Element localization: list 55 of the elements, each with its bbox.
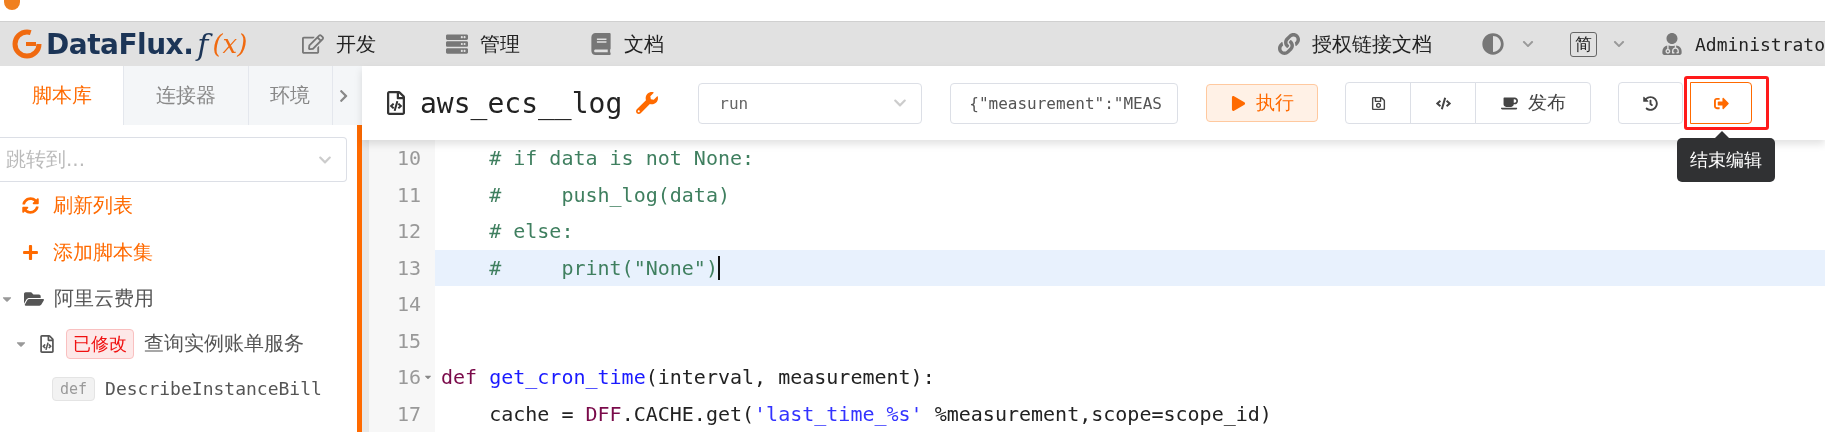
exit-icon xyxy=(1713,95,1729,111)
arguments-field[interactable]: {"measurement":"MEAS xyxy=(950,82,1179,124)
refresh-icon xyxy=(22,197,39,214)
script-title: aws_ecs__log xyxy=(420,86,623,120)
exit-edit-button[interactable] xyxy=(1690,82,1753,124)
chevron-down-icon[interactable] xyxy=(1612,38,1625,50)
auth-link[interactable]: 授权链接文档 xyxy=(1311,30,1432,58)
user-icon xyxy=(1660,33,1683,55)
history-button[interactable] xyxy=(1618,82,1684,124)
tree-item-label[interactable]: 阿里云费用 xyxy=(54,285,154,312)
play-icon xyxy=(1230,95,1246,111)
link-icon xyxy=(1277,33,1300,55)
line-number: 17 xyxy=(396,401,421,426)
chevron-down-icon[interactable] xyxy=(1521,38,1534,50)
logo-icon xyxy=(12,29,42,59)
line-number: 16 xyxy=(396,365,421,390)
server-icon xyxy=(446,33,468,55)
line-number: 15 xyxy=(396,328,421,353)
code-file-icon xyxy=(384,91,408,115)
line-number: 11 xyxy=(396,182,421,207)
line-number: 13 xyxy=(396,255,421,280)
tree-item-label[interactable]: 查询实例账单服务 xyxy=(144,330,304,357)
line-number: 10 xyxy=(396,146,421,171)
function-select[interactable]: run xyxy=(698,82,923,124)
logo-argument: (x) xyxy=(212,29,248,59)
code-line: # print("None") xyxy=(488,255,720,280)
nav-menu-item[interactable]: 文档 xyxy=(590,30,664,58)
code-line: # if data is not None: xyxy=(488,146,755,171)
code-line: cache = DFF.CACHE.get('last_time_%s' %measurement,scope=scope_id) xyxy=(488,401,1272,426)
save-button[interactable] xyxy=(1345,82,1412,124)
code-file-icon xyxy=(38,334,56,353)
tooltip: 结束编辑 xyxy=(1677,138,1776,182)
user-name[interactable]: Administrato xyxy=(1694,33,1825,55)
history-icon xyxy=(1643,95,1659,111)
save-icon xyxy=(1370,95,1386,111)
nav-menu-item[interactable]: 管理 xyxy=(446,30,520,58)
plus-icon xyxy=(22,244,39,261)
book-icon xyxy=(590,33,612,55)
browser-favicon-icon xyxy=(4,0,20,10)
code-line: def get_cron_time(interval, measurement): xyxy=(440,365,935,390)
contrast-icon[interactable] xyxy=(1481,33,1504,55)
wrench-icon[interactable] xyxy=(636,92,659,114)
language-toggle[interactable]: 简 xyxy=(1569,31,1597,57)
line-number: 14 xyxy=(396,292,421,317)
nav-menu-item[interactable]: 开发 xyxy=(302,30,376,58)
code-line: # push_log(data) xyxy=(488,182,730,207)
modified-badge: 已修改 xyxy=(66,328,134,359)
line-number: 12 xyxy=(396,219,421,244)
code-icon xyxy=(1435,95,1451,111)
publish-button[interactable]: 发布 xyxy=(1475,82,1592,124)
def-tag: def xyxy=(52,376,96,401)
tree-item-label[interactable]: DescribeInstanceBill xyxy=(105,378,322,399)
code-line: # else: xyxy=(488,219,574,244)
logo-name: DataFlux. xyxy=(46,27,194,61)
edit-icon xyxy=(302,33,324,55)
